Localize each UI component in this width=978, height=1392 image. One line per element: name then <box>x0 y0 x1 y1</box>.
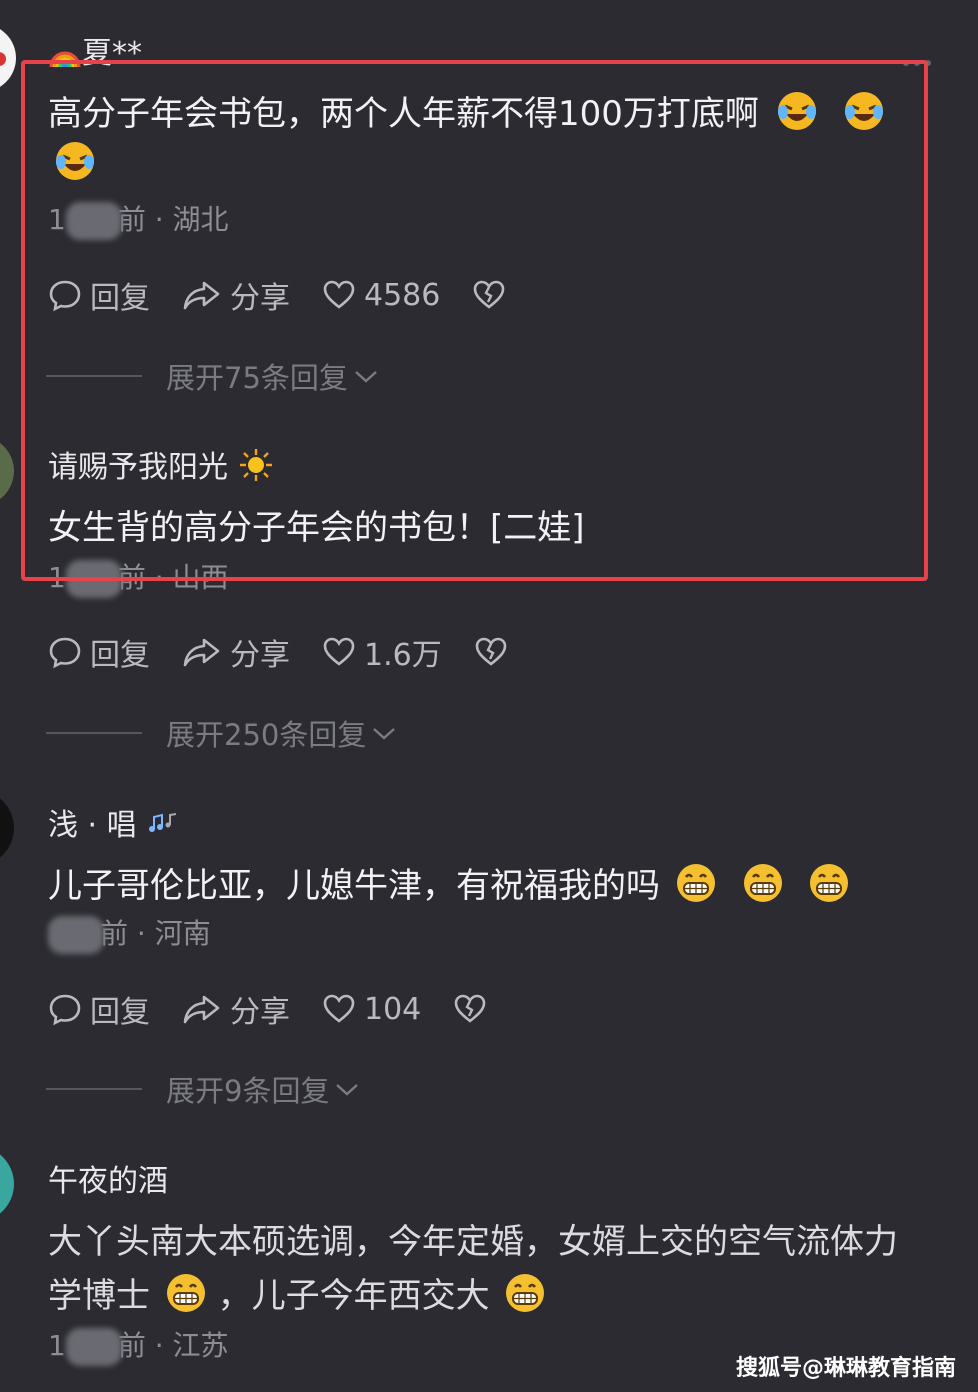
comment-text: 大丫头南大本硕选调，今年定婚，女婿上交的空气流体力 <box>48 1222 898 1262</box>
grinning-emoji-icon <box>675 862 717 913</box>
share-arrow-icon <box>183 638 220 667</box>
watermark: 搜狐号@琳琳教育指南 <box>735 1356 956 1381</box>
highlight-box <box>21 60 928 581</box>
grinning-emoji-icon <box>165 1272 207 1323</box>
divider <box>46 732 142 734</box>
dislike-button[interactable] <box>453 992 495 1026</box>
more-icon[interactable] <box>902 52 932 66</box>
blurred-time <box>65 1328 122 1366</box>
chevron-down-icon <box>373 728 396 740</box>
music-notes-icon <box>146 809 180 845</box>
expand-replies-button[interactable]: 展开9条回复 <box>46 1074 361 1108</box>
grinning-emoji-icon <box>742 862 784 913</box>
broken-heart-icon <box>475 637 507 666</box>
avatar[interactable] <box>0 1146 14 1222</box>
avatar[interactable] <box>0 24 16 92</box>
divider <box>46 1088 142 1090</box>
like-button[interactable]: 104 <box>322 992 421 1027</box>
comment-text: 儿子哥伦比亚，儿媳牛津，有祝福我的吗 <box>48 858 850 913</box>
comment-actions: 回复 分享 1.6万 <box>48 630 548 674</box>
like-button[interactable]: 1.6万 <box>322 630 442 674</box>
comment-meta: 1前 · 江苏 <box>48 1324 229 1366</box>
reply-button[interactable]: 回复 <box>48 630 150 674</box>
comment-actions: 回复 分享 104 <box>48 987 527 1031</box>
heart-icon <box>323 994 355 1023</box>
share-button[interactable]: 分享 <box>182 630 290 674</box>
share-arrow-icon <box>183 995 220 1024</box>
comment-meta: 前 · 河南 <box>48 912 211 954</box>
heart-icon <box>323 637 355 666</box>
grinning-emoji-icon <box>504 1272 546 1323</box>
comment-text: 学博士 ，儿子今年西交大 <box>48 1268 546 1323</box>
comment-username[interactable]: 午夜的酒 <box>48 1156 168 1200</box>
dislike-button[interactable] <box>474 635 516 669</box>
comment-bubble-icon <box>49 637 81 669</box>
comment-username[interactable]: 浅 · 唱 <box>48 800 180 845</box>
expand-replies-button[interactable]: 展开250条回复 <box>46 718 398 752</box>
share-button[interactable]: 分享 <box>182 987 290 1031</box>
avatar[interactable] <box>0 790 14 866</box>
chevron-down-icon <box>336 1084 359 1096</box>
avatar[interactable] <box>0 436 14 506</box>
grinning-emoji-icon <box>808 862 850 913</box>
reply-button[interactable]: 回复 <box>48 987 150 1031</box>
comment-bubble-icon <box>49 994 81 1026</box>
blurred-time <box>48 916 104 954</box>
broken-heart-icon <box>454 994 486 1023</box>
